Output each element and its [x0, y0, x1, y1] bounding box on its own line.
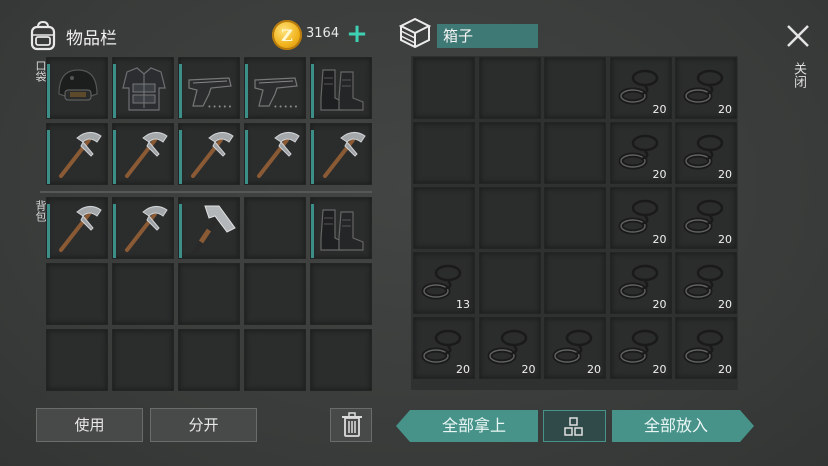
chest-slot[interactable]: 20 [544, 317, 606, 379]
chest-title: 箱子 [437, 24, 538, 48]
chest-slot[interactable] [544, 187, 606, 249]
pocket-slot[interactable] [112, 57, 174, 119]
chest-slot[interactable] [413, 187, 475, 249]
chest-slot[interactable] [413, 122, 475, 184]
chest-slot[interactable] [478, 187, 541, 249]
chest-slot[interactable]: 20 [675, 187, 737, 249]
pocket-slot[interactable] [178, 123, 240, 185]
use-button[interactable]: 使用 [36, 408, 143, 442]
item-quantity: 20 [718, 298, 732, 311]
close-icon[interactable] [784, 22, 812, 50]
chest-slot[interactable] [544, 57, 606, 119]
chest-slot[interactable] [478, 122, 541, 184]
pocket-slot[interactable] [244, 123, 306, 185]
item-quantity: 20 [652, 363, 667, 376]
backpack-slot[interactable] [178, 197, 240, 259]
chest-slot[interactable] [478, 57, 541, 119]
backpack-slot[interactable] [178, 329, 240, 391]
chest-slot[interactable]: 20 [609, 187, 672, 249]
pocket-slot[interactable]: ••••• [178, 57, 240, 119]
chest-slot[interactable]: 20 [609, 122, 672, 184]
chest-slot[interactable]: 20 [675, 57, 737, 119]
backpack-slot[interactable] [178, 263, 240, 325]
split-button[interactable]: 分开 [150, 408, 257, 442]
inventory-screen: 物品栏 Z 3164 + 口袋 背包 ••••• ••••• 箱子 20 20 20 2… [0, 0, 828, 466]
pocket-slot[interactable] [310, 57, 372, 119]
chest-grid: 20 20 20 20 20 20 13 20 20 20 20 20 20 20 [411, 56, 738, 390]
chest-slot[interactable]: 20 [413, 317, 475, 379]
chest-slot[interactable]: 20 [675, 317, 737, 379]
pocket-slot[interactable] [112, 123, 174, 185]
backpack-slot[interactable] [46, 263, 108, 325]
backpack-slot[interactable] [112, 263, 174, 325]
backpack-slot[interactable] [244, 263, 306, 325]
section-divider [40, 191, 372, 193]
item-quantity: 20 [718, 168, 732, 181]
chest-slot[interactable]: 20 [675, 122, 737, 184]
close-label[interactable]: 关闭 [789, 62, 808, 88]
pocket-slot[interactable] [46, 57, 108, 119]
item-quantity: 20 [652, 168, 667, 181]
chest-icon [398, 16, 432, 50]
item-quantity: 20 [718, 103, 732, 116]
inventory-title: 物品栏 [66, 28, 117, 49]
coin-count: 3164 [306, 26, 340, 41]
coin-icon: Z [272, 20, 302, 50]
chest-slot[interactable] [544, 252, 606, 314]
backpack-slot[interactable] [244, 197, 306, 259]
chest-slot[interactable]: 20 [609, 57, 672, 119]
inventory-header: 物品栏 [30, 16, 117, 56]
item-quantity: 20 [652, 233, 667, 246]
backpack-slot[interactable] [244, 329, 306, 391]
backpack-slot[interactable] [310, 263, 372, 325]
item-quantity: 20 [587, 363, 601, 376]
item-quantity: 20 [718, 233, 732, 246]
backpack-slot[interactable] [112, 329, 174, 391]
ammo-indicator: ••••• [207, 103, 233, 111]
backpack-slot[interactable] [310, 197, 372, 259]
item-quantity: 20 [652, 103, 667, 116]
chest-slot[interactable] [478, 252, 541, 314]
take-all-button[interactable]: 全部拿上 [410, 410, 538, 442]
pocket-slot[interactable]: ••••• [244, 57, 306, 119]
trash-icon [331, 412, 373, 447]
pocket-slot[interactable] [310, 123, 372, 185]
item-quantity: 13 [456, 298, 470, 311]
trash-button[interactable] [330, 408, 372, 442]
backpack-slot[interactable] [310, 329, 372, 391]
chest-slot[interactable]: 20 [478, 317, 541, 379]
backpack-slot[interactable] [112, 197, 174, 259]
ammo-indicator: ••••• [273, 103, 299, 111]
put-all-button[interactable]: 全部放入 [612, 410, 740, 442]
backpack-slot[interactable] [46, 329, 108, 391]
grid-icon [544, 417, 607, 447]
item-quantity: 20 [521, 363, 536, 376]
pocket-slot[interactable] [46, 123, 108, 185]
chest-slot[interactable] [544, 122, 606, 184]
add-coins-button[interactable]: + [344, 20, 370, 48]
chest-slot[interactable]: 20 [675, 252, 737, 314]
backpack-slot[interactable] [46, 197, 108, 259]
item-quantity: 20 [652, 298, 667, 311]
chest-slot[interactable]: 13 [413, 252, 475, 314]
chest-slot[interactable] [413, 57, 475, 119]
chest-slot[interactable]: 20 [609, 317, 672, 379]
backpack-icon [30, 20, 56, 51]
item-quantity: 20 [456, 363, 470, 376]
chest-slot[interactable]: 20 [609, 252, 672, 314]
sort-button[interactable] [543, 410, 606, 442]
item-quantity: 20 [718, 363, 732, 376]
